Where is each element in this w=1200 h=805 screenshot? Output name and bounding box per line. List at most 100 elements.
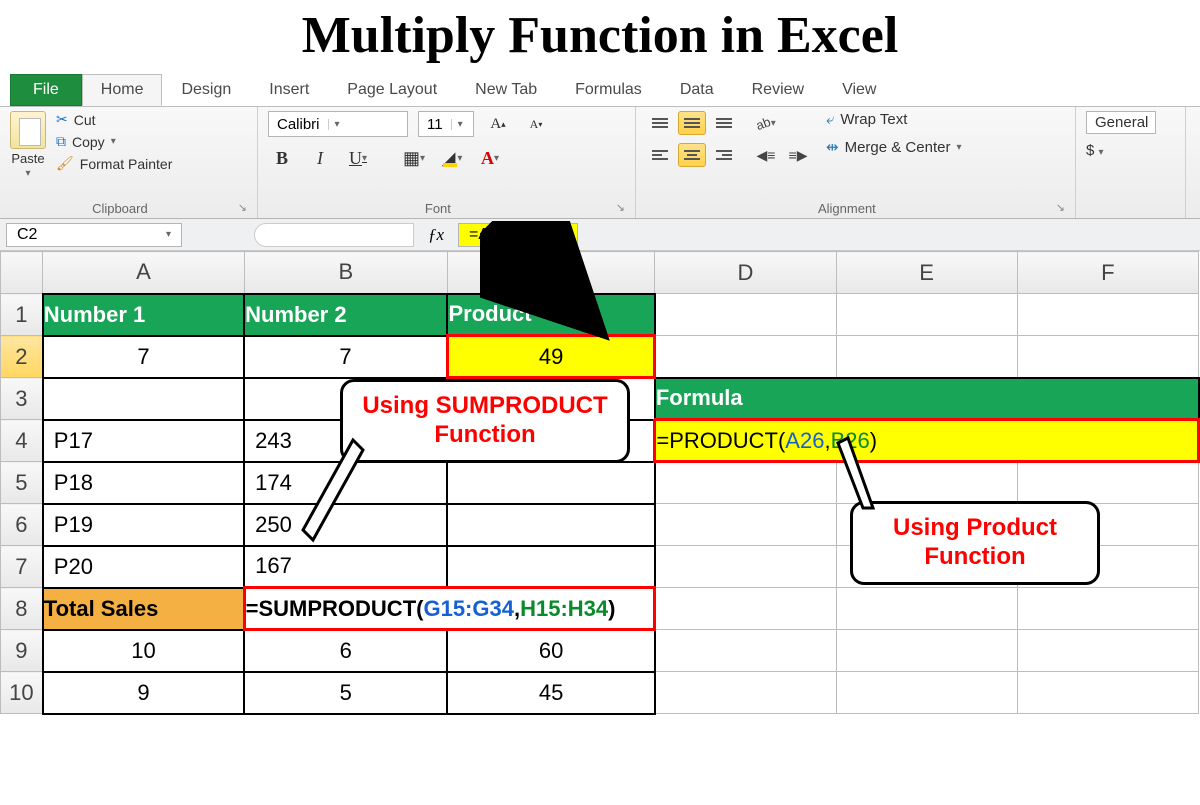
row-header-8[interactable]: 8 (1, 588, 43, 630)
copy-dropdown-icon[interactable]: ▾ (111, 136, 116, 147)
align-bottom-button[interactable] (710, 111, 738, 135)
tab-new-tab[interactable]: New Tab (456, 74, 556, 106)
tab-view[interactable]: View (823, 74, 895, 106)
row-header-10[interactable]: 10 (1, 672, 43, 714)
col-header-a[interactable]: A (43, 252, 244, 294)
underline-button[interactable]: U▾ (344, 145, 372, 171)
cell-c7[interactable] (447, 546, 654, 588)
wrap-text-button[interactable]: ⤶Wrap Text (826, 111, 962, 128)
align-top-button[interactable] (646, 111, 674, 135)
merge-dropdown-icon[interactable]: ▾ (956, 142, 961, 153)
cell-d8[interactable] (655, 588, 836, 630)
cell-d1[interactable] (655, 294, 836, 336)
tab-formulas[interactable]: Formulas (556, 74, 661, 106)
tab-design[interactable]: Design (162, 74, 250, 106)
number-format-combo[interactable]: General (1086, 111, 1156, 134)
select-all-corner[interactable] (1, 252, 43, 294)
cell-d6[interactable] (655, 504, 836, 546)
cell-a1[interactable]: Number 1 (43, 294, 244, 336)
col-header-b[interactable]: B (244, 252, 447, 294)
font-name-dropdown-icon[interactable]: ▾ (328, 119, 346, 130)
increase-indent-button[interactable]: ≡▶ (784, 143, 812, 167)
borders-button[interactable]: ▦▾ (400, 145, 428, 171)
cell-e8[interactable] (836, 588, 1017, 630)
orientation-button[interactable]: ab▾ (752, 111, 780, 135)
underline-dropdown-icon[interactable]: ▾ (362, 153, 367, 164)
cell-product-formula[interactable]: =PRODUCT(A26,B26) (655, 420, 1199, 462)
decrease-indent-button[interactable]: ◀≡ (752, 143, 780, 167)
name-box[interactable]: C2 ▾ (6, 223, 182, 247)
row-header-9[interactable]: 9 (1, 630, 43, 672)
align-middle-button[interactable] (678, 111, 706, 135)
cell-f1[interactable] (1017, 294, 1198, 336)
font-size-combo[interactable]: 11▾ (418, 111, 474, 137)
cell-a6[interactable]: P19 (43, 504, 244, 546)
cell-e1[interactable] (836, 294, 1017, 336)
cell-d5[interactable] (655, 462, 836, 504)
cell-f10[interactable] (1017, 672, 1198, 714)
tab-data[interactable]: Data (661, 74, 733, 106)
shrink-font-button[interactable]: A▾ (522, 111, 550, 137)
fill-color-button[interactable]: ◢▾ (438, 145, 466, 171)
cell-e9[interactable] (836, 630, 1017, 672)
cell-a5[interactable]: P18 (43, 462, 244, 504)
italic-button[interactable]: I (306, 145, 334, 171)
cell-a2[interactable]: 7 (43, 336, 244, 378)
row-header-5[interactable]: 5 (1, 462, 43, 504)
cut-button[interactable]: ✂Cut (56, 111, 172, 128)
cell-d2[interactable] (655, 336, 836, 378)
font-size-dropdown-icon[interactable]: ▾ (451, 119, 469, 130)
cell-f9[interactable] (1017, 630, 1198, 672)
cell-sumproduct-formula[interactable]: =SUMPRODUCT(G15:G34,H15:H34) (244, 588, 655, 630)
grow-font-button[interactable]: A▴ (484, 111, 512, 137)
tab-insert[interactable]: Insert (250, 74, 328, 106)
cell-f8[interactable] (1017, 588, 1198, 630)
col-header-e[interactable]: E (836, 252, 1017, 294)
cell-e2[interactable] (836, 336, 1017, 378)
font-color-button[interactable]: A▾ (476, 145, 504, 171)
row-header-7[interactable]: 7 (1, 546, 43, 588)
cell-a9[interactable]: 10 (43, 630, 244, 672)
cell-b9[interactable]: 6 (244, 630, 447, 672)
cell-d7[interactable] (655, 546, 836, 588)
cell-formula-header[interactable]: Formula (655, 378, 1199, 420)
bold-button[interactable]: B (268, 145, 296, 171)
align-right-button[interactable] (710, 143, 738, 167)
cell-a10[interactable]: 9 (43, 672, 244, 714)
paste-dropdown-icon[interactable]: ▾ (25, 168, 30, 179)
cell-d9[interactable] (655, 630, 836, 672)
cell-b2[interactable]: 7 (244, 336, 447, 378)
font-name-combo[interactable]: Calibri▾ (268, 111, 408, 137)
tab-file[interactable]: File (10, 74, 82, 106)
name-box-dropdown-icon[interactable]: ▾ (166, 229, 171, 240)
cell-f5[interactable] (1017, 462, 1198, 504)
row-header-4[interactable]: 4 (1, 420, 43, 462)
col-header-f[interactable]: F (1017, 252, 1198, 294)
row-header-6[interactable]: 6 (1, 504, 43, 546)
cell-a7[interactable]: P20 (43, 546, 244, 588)
fx-icon[interactable]: ƒx (420, 225, 452, 245)
currency-button[interactable]: $ ▾ (1086, 142, 1104, 159)
cell-a8[interactable]: Total Sales (43, 588, 244, 630)
col-header-d[interactable]: D (655, 252, 836, 294)
tab-home[interactable]: Home (82, 74, 163, 106)
font-launcher-icon[interactable]: ↘ (616, 201, 625, 214)
row-header-1[interactable]: 1 (1, 294, 43, 336)
cell-c5[interactable] (447, 462, 654, 504)
tab-review[interactable]: Review (733, 74, 823, 106)
tab-page-layout[interactable]: Page Layout (328, 74, 456, 106)
cell-b1[interactable]: Number 2 (244, 294, 447, 336)
cell-a3[interactable] (43, 378, 244, 420)
align-left-button[interactable] (646, 143, 674, 167)
cell-b7[interactable]: 167 (244, 546, 447, 588)
cell-b10[interactable]: 5 (244, 672, 447, 714)
row-header-2[interactable]: 2 (1, 336, 43, 378)
cell-a4[interactable]: P17 (43, 420, 244, 462)
cell-c6[interactable] (447, 504, 654, 546)
cell-c10[interactable]: 45 (447, 672, 654, 714)
merge-center-button[interactable]: ⇹Merge & Center▾ (826, 138, 962, 156)
cell-f2[interactable] (1017, 336, 1198, 378)
row-header-3[interactable]: 3 (1, 378, 43, 420)
cell-d10[interactable] (655, 672, 836, 714)
cell-e10[interactable] (836, 672, 1017, 714)
